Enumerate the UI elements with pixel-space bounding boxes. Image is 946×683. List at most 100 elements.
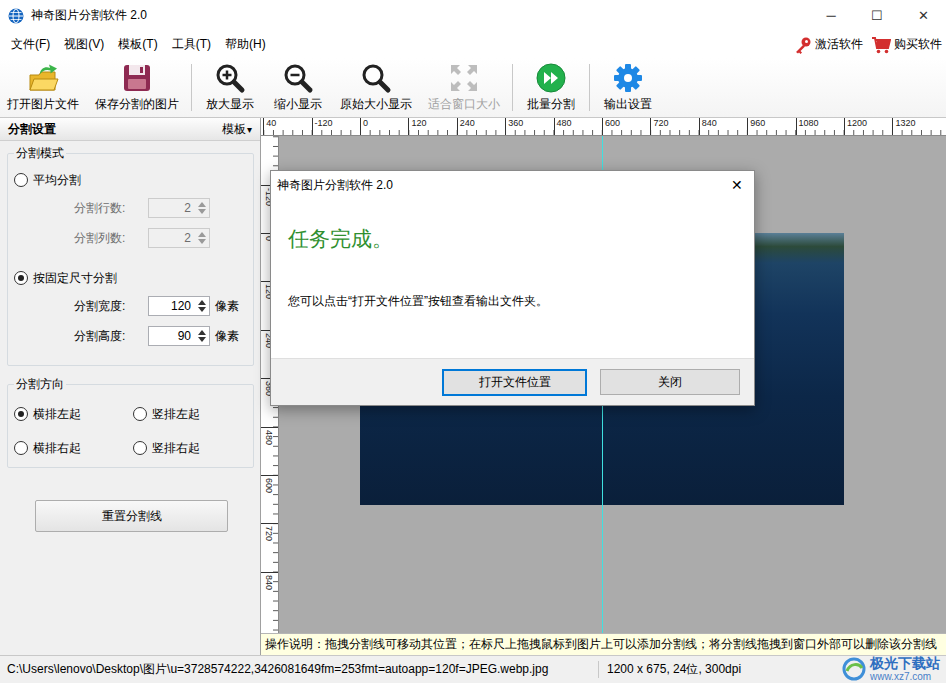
- ruler-tick: [263, 118, 264, 135]
- toolbar-button[interactable]: 放大显示: [200, 58, 260, 117]
- ruler-label: 240: [460, 118, 475, 129]
- batch-play-icon: [535, 62, 567, 94]
- window-title: 神奇图片分割软件 2.0: [31, 7, 147, 24]
- number-field-row: 分割宽度:120像素: [14, 291, 247, 321]
- window-control-button[interactable]: ☐: [854, 0, 900, 31]
- radio-option[interactable]: 横排左起: [14, 397, 133, 431]
- ruler-tick: [505, 118, 506, 135]
- number-field-row: 分割列数:2: [14, 223, 247, 253]
- up-arrow-icon[interactable]: [198, 232, 206, 237]
- radio-option[interactable]: 竖排右起: [133, 431, 247, 465]
- radio-button[interactable]: [14, 271, 28, 285]
- swirl-logo-icon: [842, 657, 866, 681]
- menu-item[interactable]: 视图(V): [57, 36, 111, 53]
- menu-action-label: 购买软件: [894, 36, 942, 53]
- radio-label: 平均分割: [33, 172, 81, 189]
- up-arrow-icon[interactable]: [198, 330, 206, 335]
- field-label: 分割宽度:: [74, 298, 148, 315]
- menu-bar: 文件(F)视图(V)模板(T)工具(T)帮助(H) 激活软件 购买软件: [0, 31, 946, 58]
- horizontal-ruler[interactable]: 40-1200120240360480600720840960108012001…: [261, 118, 946, 136]
- down-arrow-icon[interactable]: [198, 307, 206, 312]
- toolbar-button-label: 批量分割: [527, 96, 575, 113]
- dialog-button[interactable]: 打开文件位置: [442, 369, 587, 396]
- radio-button[interactable]: [14, 441, 28, 455]
- dialog-body: 任务完成。您可以点击“打开文件位置”按钮查看输出文件夹。: [271, 199, 754, 358]
- radio-dot: [18, 411, 24, 417]
- panel-title: 分割设置: [8, 121, 56, 138]
- menu-list: 文件(F)视图(V)模板(T)工具(T)帮助(H): [4, 36, 273, 53]
- radio-label: 竖排左起: [152, 406, 200, 423]
- menu-item[interactable]: 帮助(H): [218, 36, 273, 53]
- template-menu[interactable]: 模板▾: [222, 121, 252, 138]
- group-title: 分割方向: [14, 376, 66, 393]
- dialog-footer: 打开文件位置关闭: [271, 358, 754, 405]
- toolbar-button-label: 打开图片文件: [7, 96, 79, 113]
- radio-option[interactable]: 横排右起: [14, 431, 133, 465]
- toolbar-button[interactable]: 输出设置: [598, 58, 658, 117]
- menu-item[interactable]: 工具(T): [165, 36, 218, 53]
- dialog-title-bar: 神奇图片分割软件 2.0✕: [271, 171, 754, 199]
- toolbar-button[interactable]: 原始大小显示: [336, 58, 416, 117]
- toolbar-button-label: 适合窗口大小: [428, 96, 500, 113]
- menu-action[interactable]: 激活软件: [794, 36, 863, 54]
- toolbar-button[interactable]: 缩小显示: [268, 58, 328, 117]
- menu-item[interactable]: 模板(T): [111, 36, 164, 53]
- dialog-button[interactable]: 关闭: [600, 369, 740, 395]
- toolbar-button[interactable]: 保存分割的图片: [91, 58, 183, 117]
- ruler-tick: [747, 118, 748, 135]
- toolbar-separator: [191, 64, 192, 111]
- ruler-tick: [261, 523, 278, 524]
- spinner-arrows: [196, 300, 207, 312]
- field-label: 分割列数:: [74, 230, 148, 247]
- spinner-arrows: [196, 232, 207, 244]
- spinner-value: 120: [149, 299, 196, 313]
- menu-item[interactable]: 文件(F): [4, 36, 57, 53]
- radio-option[interactable]: 按固定尺寸分割: [14, 265, 247, 291]
- number-spinner[interactable]: 120: [148, 296, 210, 316]
- ruler-label: 1080: [799, 118, 819, 129]
- menu-action[interactable]: 购买软件: [871, 36, 942, 54]
- radio-button[interactable]: [133, 441, 147, 455]
- radio-label: 按固定尺寸分割: [33, 270, 117, 287]
- spinner-value: 2: [149, 231, 196, 245]
- window-control-button[interactable]: ─: [808, 0, 854, 31]
- open-folder-icon: [27, 62, 59, 94]
- key-icon: [794, 36, 812, 54]
- ruler-label: 1320: [895, 118, 915, 129]
- down-arrow-icon[interactable]: [198, 337, 206, 342]
- task-complete-dialog: 神奇图片分割软件 2.0✕任务完成。您可以点击“打开文件位置”按钮查看输出文件夹…: [270, 170, 755, 406]
- toolbar-button-label: 原始大小显示: [340, 96, 412, 113]
- dialog-heading: 任务完成。: [288, 225, 737, 253]
- gear-icon: [612, 62, 644, 94]
- ruler-label: 600: [264, 478, 274, 493]
- down-arrow-icon[interactable]: [198, 239, 206, 244]
- dialog-close-button[interactable]: ✕: [720, 171, 754, 199]
- watermark-text: 极光下载站www.xz7.com: [870, 656, 940, 682]
- radio-button[interactable]: [133, 407, 147, 421]
- image-info: 1200 x 675, 24位, 300dpi: [598, 661, 741, 678]
- ruler-tick: [554, 118, 555, 135]
- radio-option[interactable]: 平均分割: [14, 167, 247, 193]
- up-arrow-icon[interactable]: [198, 300, 206, 305]
- spinner-arrows: [196, 330, 207, 342]
- radio-option[interactable]: 竖排左起: [133, 397, 247, 431]
- ruler-label: 0: [363, 118, 368, 129]
- toolbar-button[interactable]: 适合窗口大小: [424, 58, 504, 117]
- toolbar-button[interactable]: 打开图片文件: [3, 58, 83, 117]
- radio-button[interactable]: [14, 173, 28, 187]
- ruler-tick: [602, 118, 603, 135]
- window-control-button[interactable]: ✕: [900, 0, 946, 31]
- number-field-row: 分割高度:90像素: [14, 321, 247, 351]
- ruler-tick: [408, 118, 409, 135]
- toolbar-button[interactable]: 批量分割: [521, 58, 581, 117]
- radio-button[interactable]: [14, 407, 28, 421]
- toolbar: 打开图片文件保存分割的图片放大显示缩小显示原始大小显示适合窗口大小 批量分割 输出设…: [0, 58, 946, 118]
- split-mode-option: 按固定尺寸分割分割宽度:120像素分割高度:90像素: [14, 265, 247, 351]
- toolbar-button-label: 放大显示: [206, 96, 254, 113]
- number-spinner[interactable]: 90: [148, 326, 210, 346]
- ruler-tick: [699, 118, 700, 135]
- down-arrow-icon[interactable]: [198, 209, 206, 214]
- ruler-label: 480: [557, 118, 572, 129]
- up-arrow-icon[interactable]: [198, 202, 206, 207]
- reset-split-lines-button[interactable]: 重置分割线: [35, 500, 228, 532]
